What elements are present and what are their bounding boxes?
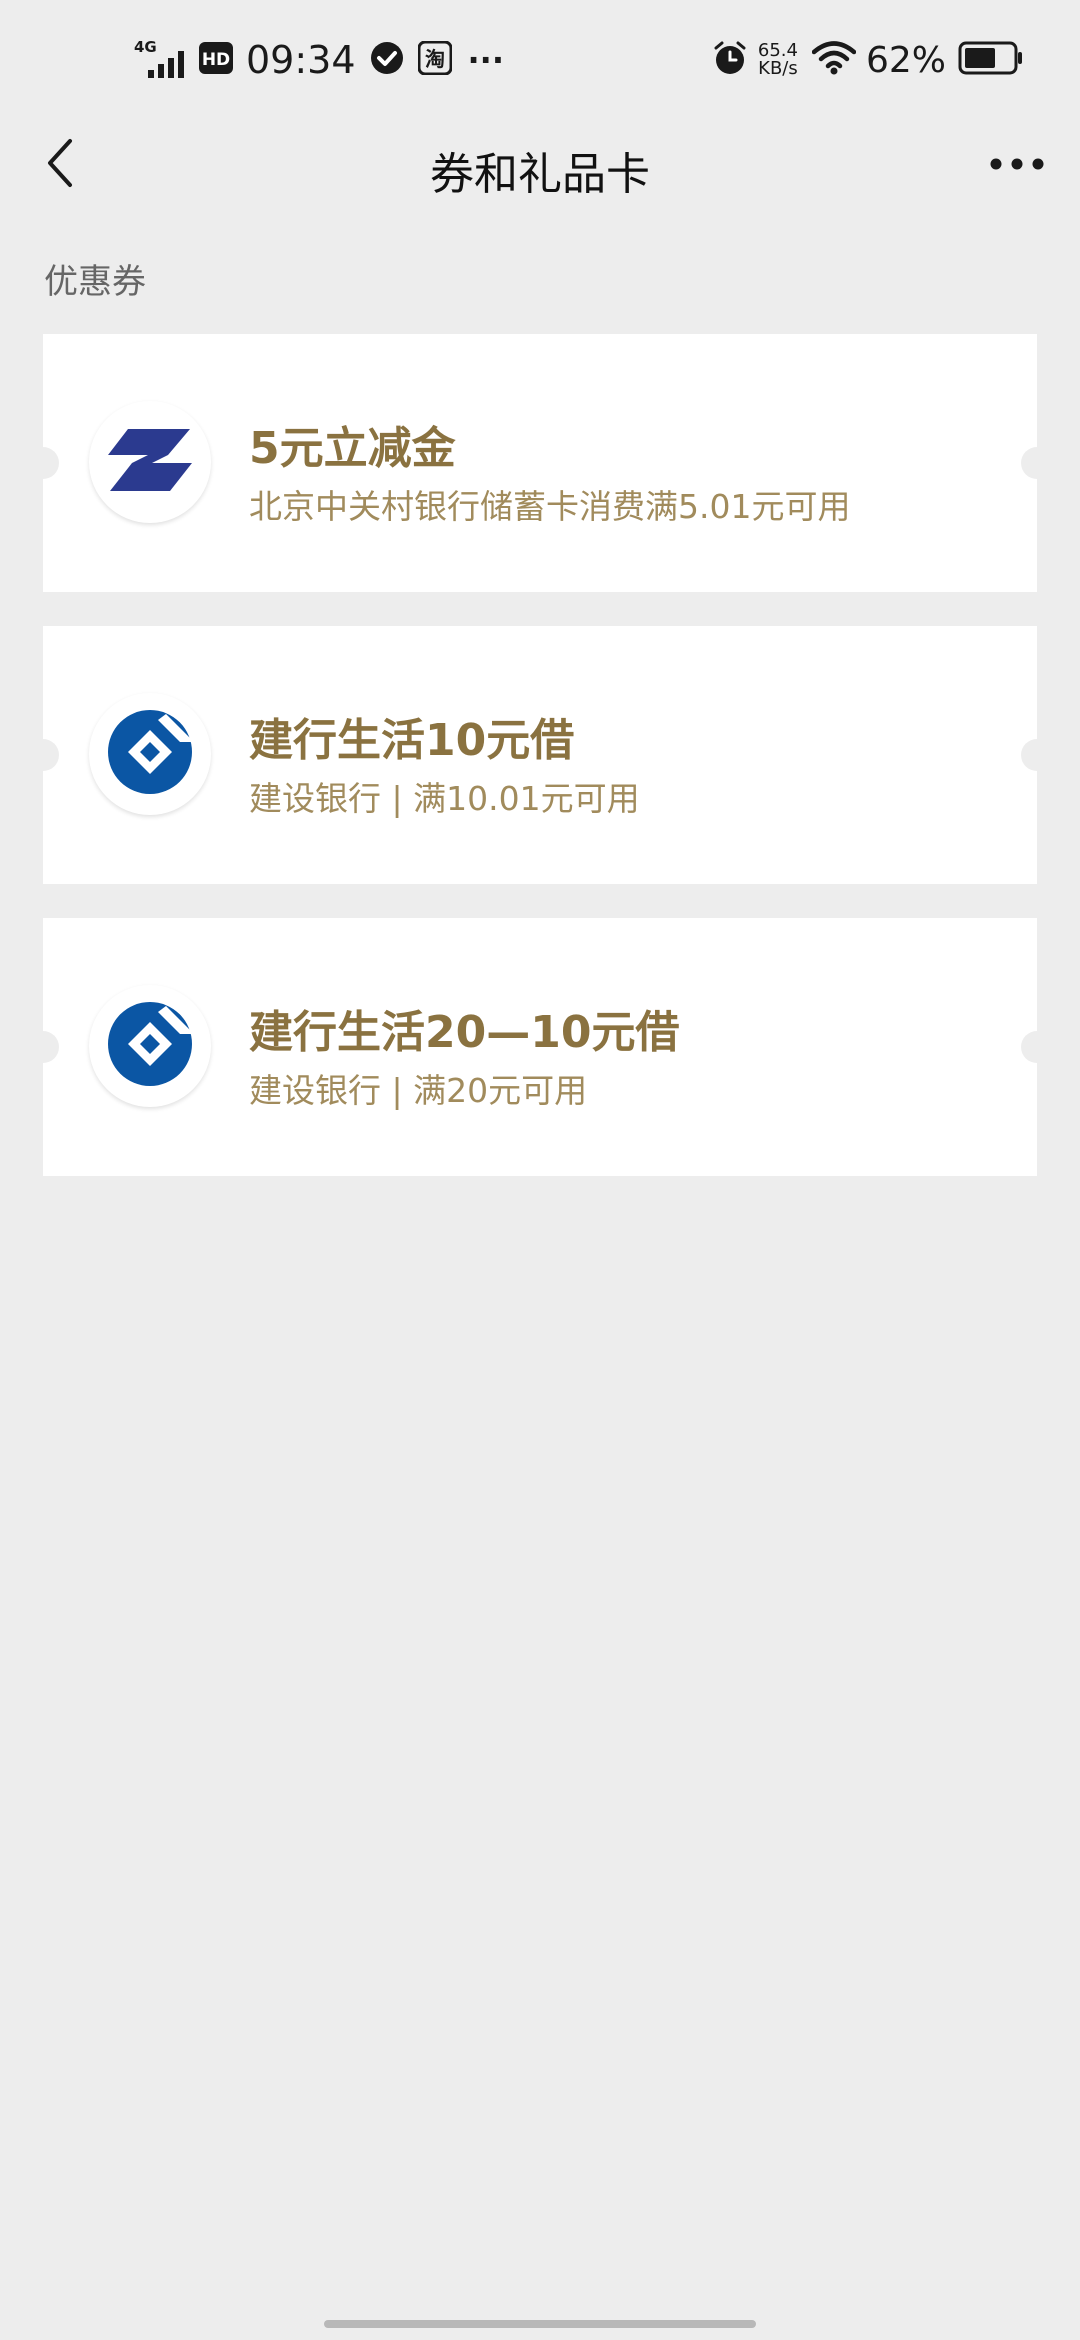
coupon-notch xyxy=(1021,447,1053,479)
page-title: 券和礼品卡 xyxy=(430,149,650,200)
coupon-logo xyxy=(89,985,211,1107)
coupon-notch xyxy=(27,447,59,479)
coupon-title: 建行生活20—10元借 xyxy=(249,1007,680,1058)
svg-text:HD: HD xyxy=(202,50,230,70)
more-options-button[interactable] xyxy=(982,142,1052,188)
svg-text:淘: 淘 xyxy=(425,47,445,71)
coupon-card[interactable]: 5元立减金 北京中关村银行储蓄卡消费满5.01元可用 xyxy=(27,334,1053,592)
coupon-logo xyxy=(89,693,211,815)
coupon-desc: 建设银行 | 满10.01元可用 xyxy=(249,779,640,818)
network-speed-unit: KB/s xyxy=(758,58,798,79)
coupon-notch xyxy=(1021,739,1053,771)
verified-check-icon xyxy=(370,41,404,79)
section-label-coupons: 优惠券 xyxy=(44,262,146,302)
coupon-logo xyxy=(89,401,211,523)
svg-text:4G: 4G xyxy=(134,38,157,56)
status-more-dots: ··· xyxy=(467,41,504,79)
coupon-title: 5元立减金 xyxy=(249,423,456,474)
alarm-clock-icon xyxy=(712,40,748,80)
coupon-notch xyxy=(1021,1031,1053,1063)
coupon-notch xyxy=(27,1031,59,1063)
battery-percent: 62% xyxy=(865,39,946,81)
coupon-desc: 建设银行 | 满20元可用 xyxy=(249,1071,588,1110)
cellular-signal-icon: 4G xyxy=(132,36,194,84)
status-bar: 4G HD 09:34 淘 ··· 65.4 KB/s 62% xyxy=(0,0,1080,120)
wifi-icon xyxy=(811,41,857,79)
nav-bar: 券和礼品卡 xyxy=(0,120,1080,210)
coupon-notch xyxy=(27,739,59,771)
battery-icon xyxy=(958,40,1024,80)
more-dots-icon xyxy=(989,156,1045,175)
ccb-logo-icon xyxy=(106,708,194,800)
network-speed: 65.4 KB/s xyxy=(758,42,798,78)
status-time: 09:34 xyxy=(246,38,356,82)
coupon-card[interactable]: 建行生活10元借 建设银行 | 满10.01元可用 xyxy=(27,626,1053,884)
ccb-logo-icon xyxy=(106,1000,194,1092)
coupon-card[interactable]: 建行生活20—10元借 建设银行 | 满20元可用 xyxy=(27,918,1053,1176)
status-bar-left: 4G HD 09:34 淘 ··· xyxy=(132,30,504,90)
taobao-badge-icon: 淘 xyxy=(417,40,453,79)
zgc-bank-logo-icon xyxy=(108,423,192,501)
coupon-desc: 北京中关村银行储蓄卡消费满5.01元可用 xyxy=(249,487,851,526)
home-indicator[interactable] xyxy=(324,2320,756,2328)
status-bar-right: 65.4 KB/s 62% xyxy=(712,30,1024,90)
coupons-page: 4G HD 09:34 淘 ··· 65.4 KB/s 62% 券和礼品卡 优惠… xyxy=(0,0,1080,2340)
hd-badge-icon: HD xyxy=(198,41,234,79)
coupon-title: 建行生活10元借 xyxy=(249,715,575,766)
